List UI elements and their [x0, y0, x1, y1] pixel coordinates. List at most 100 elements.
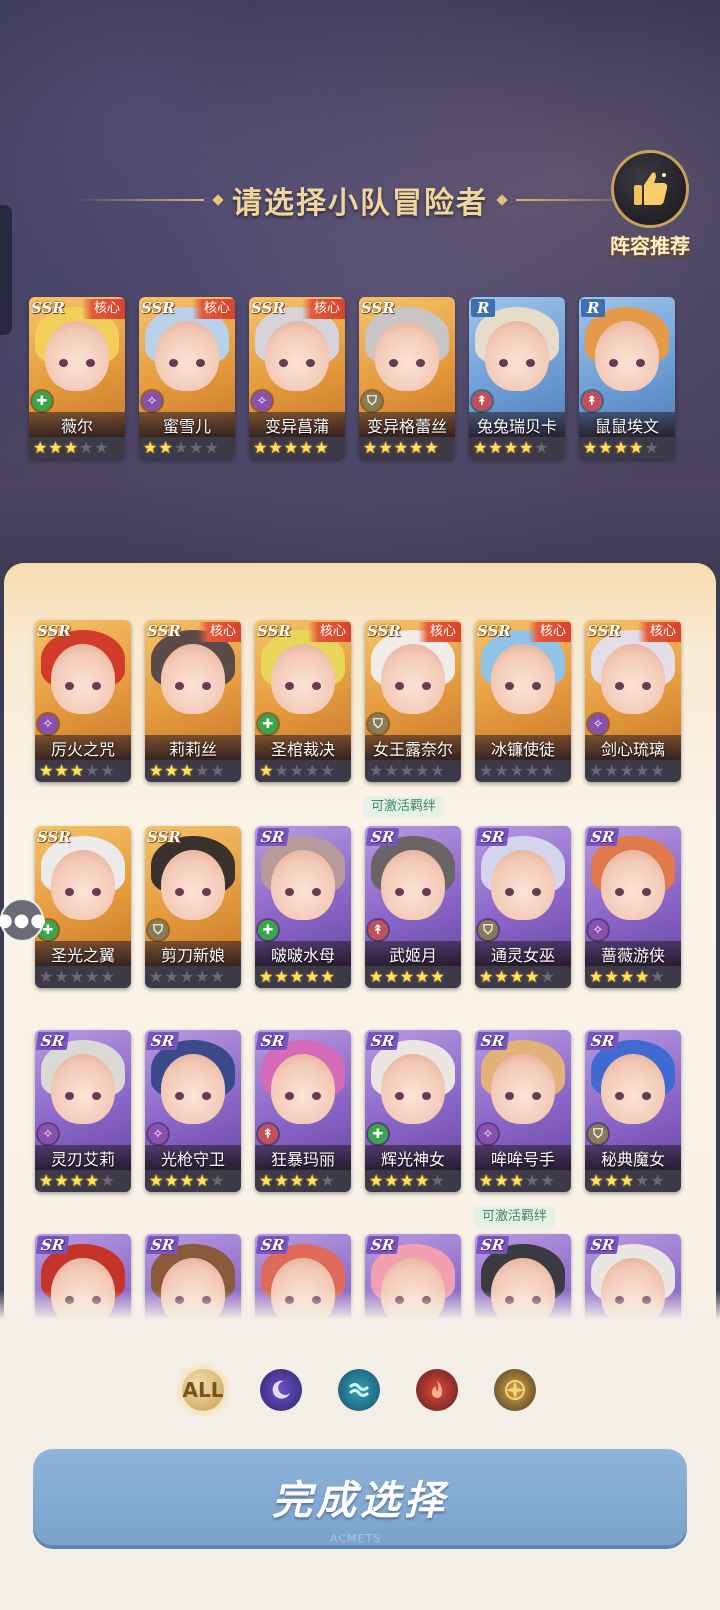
chat-icon[interactable]: ●●●: [0, 898, 46, 942]
star-rating: ★ ★ ★ ★ ★: [475, 1170, 571, 1192]
hero-card[interactable]: SR 哞哞号手 ✧ ★ ★ ★ ★ ★: [475, 1030, 571, 1192]
hero-name-bar: 女王露奈尔: [365, 735, 461, 760]
star-icon: ★: [94, 438, 109, 457]
hero-card[interactable]: R 兔兔瑞贝卡 ↟ ★ ★ ★ ★ ★: [469, 297, 565, 459]
star-icon: ★: [195, 761, 210, 780]
rarity-badge: SR: [585, 1032, 620, 1050]
hero-card[interactable]: SSR 厉火之咒 ✧ ★ ★ ★ ★ ★: [35, 620, 131, 782]
hero-card[interactable]: SSR 核心 冰镰使徒 ★ ★ ★ ★ ★: [475, 620, 571, 782]
star-icon: ★: [369, 1171, 384, 1190]
hero-card[interactable]: SR 辉光神女 ✚ ★ ★ ★ ★ ★: [365, 1030, 461, 1192]
star-icon: ★: [619, 1171, 635, 1190]
hero-card[interactable]: SR 秘典魔女 ⛉ ★ ★ ★ ★ ★: [585, 1030, 681, 1192]
star-icon: ★: [274, 761, 289, 780]
star-rating: ★ ★ ★ ★ ★: [585, 966, 681, 988]
hero-name: 圣棺裁决: [270, 739, 335, 759]
hero-face: [375, 321, 439, 391]
water-element-icon: [338, 1369, 380, 1411]
star-icon: ★: [100, 1171, 115, 1190]
role-mage-icon: ✧: [142, 391, 162, 411]
star-rating: ★ ★ ★ ★ ★: [255, 760, 351, 782]
filter-all-button[interactable]: ALL: [179, 1366, 227, 1414]
star-icon: ★: [488, 438, 503, 457]
hero-card[interactable]: SSR 圣光之翼 ✚ ★ ★ ★ ★ ★: [35, 826, 131, 988]
hero-card[interactable]: SR 狂暴玛丽 ↟ ★ ★ ★ ★ ★: [255, 1030, 351, 1192]
filter-light-button[interactable]: [491, 1366, 539, 1414]
hero-card[interactable]: SSR 核心 莉莉丝 ★ ★ ★ ★ ★: [145, 620, 241, 782]
hero-card[interactable]: SSR 核心 变异菖蒲 ✧ ★ ★ ★ ★ ★: [249, 297, 345, 459]
rarity-badge: SSR: [31, 299, 65, 317]
star-icon: ★: [525, 967, 540, 986]
hero-eyes: [175, 682, 211, 690]
hero-card[interactable]: SSR 核心 女王露奈尔 ⛉ ★ ★ ★ ★ ★: [365, 620, 461, 782]
star-icon: ★: [384, 967, 399, 986]
core-badge: 核心: [527, 622, 571, 642]
star-icon: ★: [158, 438, 173, 457]
role-dps-icon: ↟: [472, 391, 492, 411]
hero-card[interactable]: SSR 核心 蜜雪儿 ✧ ★ ★ ★ ★ ★: [139, 297, 235, 459]
filter-water-button[interactable]: [335, 1366, 383, 1414]
hero-card[interactable]: SSR 核心 剑心琉璃 ✧ ★ ★ ★ ★ ★: [585, 620, 681, 782]
hero-face: [51, 644, 115, 714]
hero-eyes: [59, 359, 95, 367]
star-icon: ★: [650, 967, 665, 986]
hero-face: [381, 644, 445, 714]
rarity-badge: SR: [145, 1236, 180, 1254]
core-badge: 核心: [81, 299, 125, 319]
hero-name: 蜜雪儿: [162, 416, 211, 436]
star-rating: ★ ★ ★ ★ ★: [475, 760, 571, 782]
star-icon: ★: [164, 967, 179, 986]
hero-name-bar: 蜜雪儿: [139, 412, 235, 437]
hero-card[interactable]: SR 灵刃艾莉 ✧ ★ ★ ★ ★ ★: [35, 1030, 131, 1192]
hero-card[interactable]: SSR 核心 薇尔 ✚ ★ ★ ★ ★ ★: [29, 297, 125, 459]
star-rating: ★ ★ ★ ★ ★: [145, 760, 241, 782]
star-icon: ★: [525, 761, 540, 780]
star-icon: ★: [644, 438, 659, 457]
hero-face: [601, 1054, 665, 1124]
hero-card[interactable]: SSR 剪刀新娘 ⛉ ★ ★ ★ ★ ★: [145, 826, 241, 988]
recommend-lineup-button[interactable]: 阵容推荐: [595, 150, 705, 260]
hero-card[interactable]: SR 蔷薇游侠 ✧ ★ ★ ★ ★ ★: [585, 826, 681, 988]
star-icon: ★: [85, 967, 100, 986]
recommend-lineup-label: 阵容推荐: [610, 234, 690, 258]
star-icon: ★: [39, 967, 54, 986]
star-icon: ★: [63, 438, 79, 457]
hero-card[interactable]: SR 通灵女巫 ⛉ ★ ★ ★ ★ ★: [475, 826, 571, 988]
hero-face: [155, 321, 219, 391]
side-drawer-tab[interactable]: [0, 205, 12, 335]
hero-card[interactable]: R 鼠鼠埃文 ↟ ★ ★ ★ ★ ★: [579, 297, 675, 459]
hero-card[interactable]: SSR 核心 圣棺裁决 ✚ ★ ★ ★ ★ ★: [255, 620, 351, 782]
star-icon: ★: [430, 967, 445, 986]
hero-name: 灵刃艾莉: [50, 1149, 115, 1169]
complete-selection-button[interactable]: 完成选择: [33, 1449, 687, 1545]
star-icon: ★: [399, 1171, 415, 1190]
filter-moon-button[interactable]: [257, 1366, 305, 1414]
hero-card[interactable]: SSR 变异格蕾丝 ⛉ ★ ★ ★ ★ ★: [359, 297, 455, 459]
star-icon: ★: [613, 438, 629, 457]
hero-face: [601, 850, 665, 920]
hero-card[interactable]: SR 光枪守卫 ✧ ★ ★ ★ ★ ★: [145, 1030, 241, 1192]
hero-name-bar: 冰镰使徒: [475, 735, 571, 760]
header-ornament-left: [212, 194, 224, 206]
hero-card[interactable]: SR 武姬月 ↟ ★ ★ ★ ★ ★: [365, 826, 461, 988]
role-dps-icon: ↟: [582, 391, 602, 411]
rarity-badge: SSR: [361, 299, 395, 317]
hero-name-bar: 武姬月: [365, 941, 461, 966]
rarity-badge: SR: [365, 1032, 400, 1050]
hero-card[interactable]: SR 啵啵水母 ✚ ★ ★ ★ ★ ★: [255, 826, 351, 988]
star-icon: ★: [305, 967, 320, 986]
hero-name-bar: 厉火之咒: [35, 735, 131, 760]
star-icon: ★: [598, 438, 613, 457]
rarity-badge: SSR: [141, 299, 175, 317]
page-title: 请选择小队冒险者: [232, 186, 488, 221]
role-tank-icon: ⛉: [368, 714, 388, 734]
star-icon: ★: [378, 438, 393, 457]
hero-eyes: [609, 359, 645, 367]
hero-eyes: [65, 888, 101, 896]
star-rating: ★ ★ ★ ★ ★: [35, 966, 131, 988]
star-icon: ★: [430, 1171, 445, 1190]
star-rating: ★ ★ ★ ★ ★: [365, 966, 461, 988]
all-filter-icon: ALL: [182, 1369, 224, 1411]
filter-fire-button[interactable]: [413, 1366, 461, 1414]
hero-name-bar: 蔷薇游侠: [585, 941, 681, 966]
